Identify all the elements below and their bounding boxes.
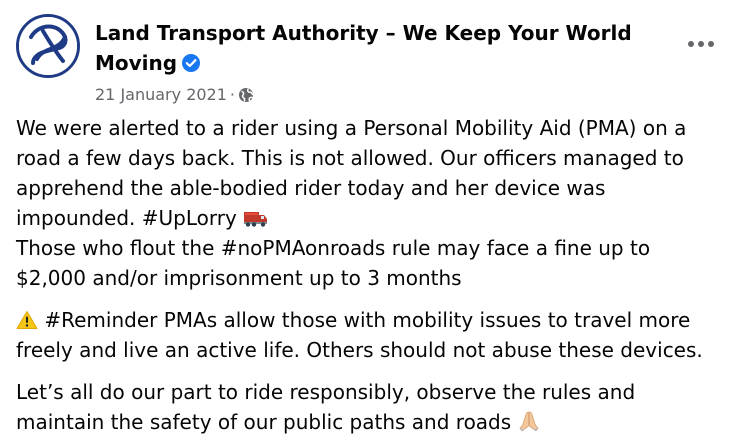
post-body: We were alerted to a rider using a Perso… [16, 113, 721, 437]
paragraph-2-text: #Reminder PMAs allow those with mobility… [16, 308, 703, 362]
post-meta: 21 January 2021 · [95, 85, 254, 105]
page-name[interactable]: Land Transport Authority – We Keep Your … [95, 18, 655, 78]
verified-badge-icon [182, 54, 201, 72]
folded-hands-emoji [519, 411, 539, 432]
post-date[interactable]: 21 January 2021 [95, 85, 227, 104]
more-options-dot [698, 41, 704, 47]
truck-emoji [244, 212, 268, 227]
paragraph-1-text: We were alerted to a rider using a Perso… [16, 116, 687, 230]
page-name-text[interactable]: Land Transport Authority – We Keep Your … [95, 21, 632, 75]
post-header: Land Transport Authority – We Keep Your … [16, 14, 721, 104]
post-paragraph-3: Let’s all do our part to ride responsibl… [16, 377, 721, 437]
paragraph-3-text: Let’s all do our part to ride responsibl… [16, 380, 636, 434]
globe-icon[interactable] [238, 87, 254, 103]
facebook-post: Land Transport Authority – We Keep Your … [0, 0, 735, 441]
more-options-dot [708, 41, 714, 47]
post-paragraph-2: #Reminder PMAs allow those with mobility… [16, 305, 721, 365]
warning-emoji [16, 311, 38, 329]
more-options-dot [688, 41, 694, 47]
paragraph-1-second-line: Those who flout the #noPMAonroads rule m… [16, 236, 651, 290]
more-options-button[interactable] [681, 30, 721, 58]
page-avatar[interactable] [16, 14, 80, 78]
post-paragraph-1: We were alerted to a rider using a Perso… [16, 113, 721, 293]
meta-separator: · [229, 85, 235, 104]
lta-logo-icon [19, 17, 77, 75]
